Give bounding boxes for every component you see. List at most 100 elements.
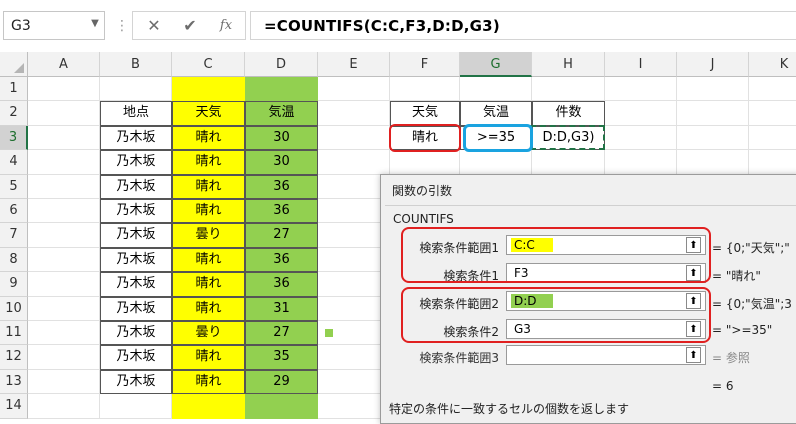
cell[interactable] [100,77,172,102]
column-header-b[interactable]: B [100,52,172,77]
table-cell[interactable]: 乃木坂 [100,247,172,273]
table-cell[interactable]: 乃木坂 [100,223,172,248]
row-header-12[interactable]: 12 [0,345,28,370]
table-cell[interactable]: 乃木坂 [100,345,172,370]
row-header-5[interactable]: 5 [0,174,28,199]
row-header-9[interactable]: 9 [0,272,28,297]
row-header-7[interactable]: 7 [0,223,28,248]
cell[interactable] [28,174,100,199]
table-cell[interactable]: 乃木坂 [100,369,172,395]
table-cell[interactable]: 乃木坂 [100,125,172,151]
table-cell[interactable]: 乃木坂 [100,296,172,321]
cell[interactable] [28,150,100,175]
table-cell[interactable]: 晴れ [172,369,245,395]
cell[interactable] [318,77,390,102]
table-cell[interactable]: 晴れ [172,272,245,297]
table-cell[interactable]: 曇り [172,321,245,346]
table-cell[interactable]: 晴れ [172,150,245,175]
row-header-11[interactable]: 11 [0,321,28,346]
cell[interactable] [318,125,390,151]
cell[interactable] [390,150,460,175]
cell[interactable] [677,101,749,126]
cell[interactable] [28,77,100,102]
column-header-h[interactable]: H [532,52,605,77]
cell[interactable] [460,150,532,175]
cell[interactable] [749,77,796,102]
cell[interactable] [677,125,749,151]
table-cell[interactable]: 36 [245,174,318,199]
table-cell[interactable]: 晴れ [172,174,245,199]
row-header-13[interactable]: 13 [0,369,28,395]
cell[interactable] [749,126,796,151]
select-all-corner[interactable] [0,52,28,77]
fill-handle-square[interactable] [325,329,333,337]
row-header-3[interactable]: 3 [0,125,28,151]
table-cell[interactable]: 36 [245,272,318,297]
cell[interactable] [28,247,100,273]
cell[interactable] [28,101,100,126]
cell[interactable] [532,77,605,102]
chevron-down-icon[interactable]: ▼ [88,15,102,33]
cell[interactable] [532,150,605,175]
column-header-g[interactable]: G [460,52,532,77]
row-header-10[interactable]: 10 [0,296,28,321]
table-cell[interactable]: 晴れ [172,345,245,370]
table-cell[interactable]: 36 [245,247,318,273]
table-cell[interactable]: 乃木坂 [100,150,172,175]
table-cell[interactable]: 晴れ [172,296,245,321]
column-header-f[interactable]: F [390,52,460,77]
column-header-k[interactable]: K [749,52,796,77]
row-header-14[interactable]: 14 [0,394,28,419]
table-cell[interactable]: 29 [245,369,318,395]
cell[interactable] [677,77,749,102]
column-header-a[interactable]: A [28,52,100,77]
cell[interactable] [605,125,677,151]
cell[interactable] [28,369,100,395]
cell[interactable] [28,125,100,151]
table-cell[interactable]: 乃木坂 [100,321,172,346]
cell[interactable] [390,77,460,102]
table-cell[interactable]: 乃木坂 [100,199,172,224]
cell[interactable] [605,150,677,175]
formula-input[interactable]: =COUNTIFS(C:C,F3,D:D,G3) [250,11,796,40]
row-header-2[interactable]: 2 [0,101,28,126]
table-cell[interactable]: 乃木坂 [100,272,172,297]
cell[interactable] [100,394,172,419]
enter-icon[interactable]: ✔ [175,12,205,39]
cancel-icon[interactable]: ✕ [139,12,169,39]
cell[interactable] [749,150,796,175]
cell[interactable] [605,101,677,126]
table-cell[interactable]: 晴れ [172,125,245,151]
cell[interactable] [318,101,390,126]
table-cell[interactable]: 35 [245,345,318,370]
drag-handle-icon[interactable]: ⋮ [115,13,129,39]
row-header-6[interactable]: 6 [0,199,28,224]
cell[interactable] [318,150,390,175]
cell[interactable] [28,223,100,248]
cell[interactable] [605,77,677,102]
column-header-d[interactable]: D [245,52,318,77]
cell[interactable] [749,101,796,126]
table-cell[interactable]: 30 [245,125,318,151]
table-cell[interactable]: 晴れ [172,199,245,224]
row-header-8[interactable]: 8 [0,247,28,273]
column-header-c[interactable]: C [172,52,245,77]
table-cell[interactable]: 36 [245,199,318,224]
insert-function-icon[interactable]: fx [211,12,241,39]
table-cell[interactable]: 晴れ [172,247,245,273]
table-cell[interactable]: 乃木坂 [100,174,172,199]
row-header-4[interactable]: 4 [0,150,28,175]
table-cell[interactable]: 27 [245,223,318,248]
column-header-j[interactable]: J [677,52,749,77]
cell[interactable] [28,272,100,297]
cell[interactable] [460,77,532,102]
cell[interactable] [28,394,100,419]
cell[interactable] [677,150,749,175]
cell[interactable] [28,321,100,346]
table-cell[interactable]: 30 [245,150,318,175]
column-header-e[interactable]: E [318,52,390,77]
cell[interactable] [28,345,100,370]
cell[interactable] [28,199,100,224]
collapse-dialog-icon[interactable]: ⬆ [686,347,701,363]
arg-input[interactable] [506,345,706,365]
